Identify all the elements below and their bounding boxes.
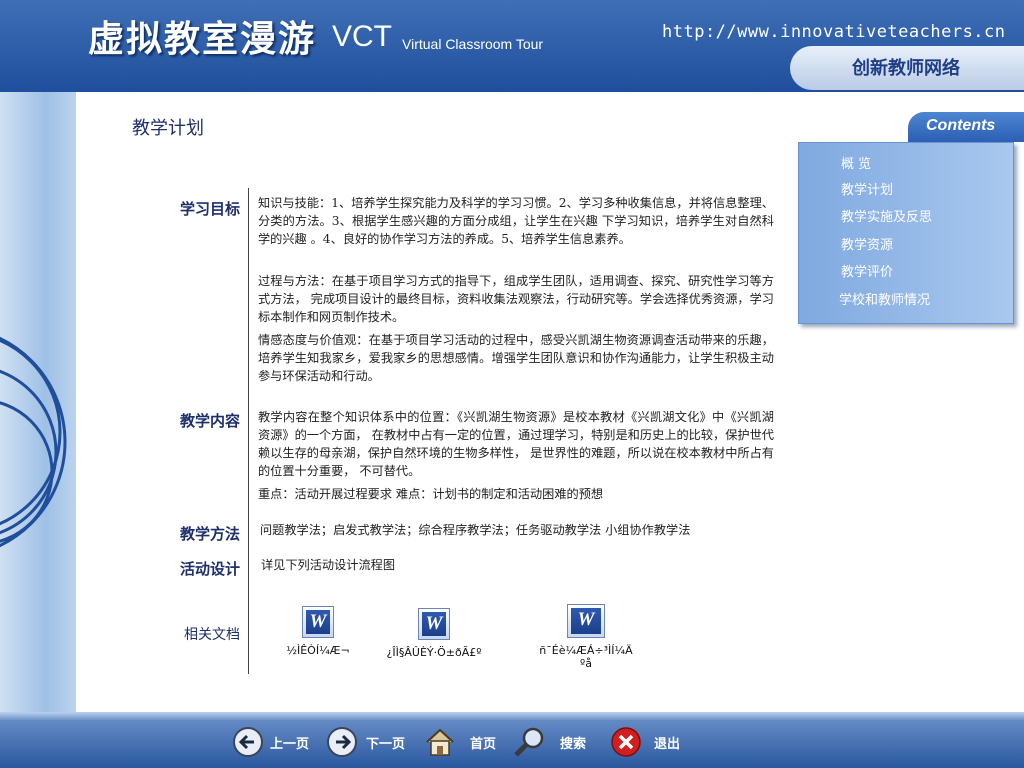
contents-panel: 概 览 教学计划 教学实施及反思 教学资源 教学评价 学校和教师情况 [798,142,1014,324]
section-label-docs: 相关文档 [184,627,240,643]
goals-process-text: 过程与方法：在基于项目学习方式的指导下，组成学生团队，适用调查、探究、研究性学习… [258,274,774,324]
doc-name-3-line1: ñ¯Éè¼ÆÁ÷³ÌÍ¼Ä [539,644,633,657]
doc-item-1[interactable]: W ½ÌÊÒÍ¼Æ¬ [268,606,368,657]
site-name-badge: 创新教师网络 [790,46,1024,90]
exit-label: 退出 [654,736,681,752]
nav-item-teaching-plan[interactable]: 教学计划 [841,179,893,198]
goals-knowledge-text: 知识与技能：1、培养学生探究能力及科学的学习习惯。2、学习多种收集信息，并将信息… [258,196,774,246]
word-document-icon[interactable]: W [567,604,605,638]
content-key-points-text: 重点：活动开展过程要求 难点：计划书的制定和活动困难的预想 [258,487,604,501]
prev-page-button[interactable]: 上一页 [232,724,309,760]
nav-item-school-teacher[interactable]: 学校和教师情况 [839,289,930,308]
word-document-icon[interactable]: W [418,608,450,640]
nav-item-evaluation[interactable]: 教学评价 [841,261,893,280]
doc-name-3-line2: ºå [580,657,592,670]
search-button[interactable]: 搜索 [512,724,586,760]
site-url: http://www.innovativeteachers.cn [662,22,1006,42]
search-label: 搜索 [560,736,587,752]
nav-item-overview[interactable]: 概 览 [841,153,871,172]
header-banner: 虚拟教室漫游 VCT Virtual Classroom Tour http:/… [0,0,1024,92]
home-label: 首页 [470,736,497,752]
home-button[interactable]: 首页 [424,724,496,760]
word-document-icon[interactable]: W [302,606,334,638]
content-position-text: 教学内容在整个知识体系中的位置：《兴凯湖生物资源》是校本教材《兴凯湖文化》中《兴… [258,410,774,478]
section-divider [248,188,249,674]
app-title-chinese: 虚拟教室漫游 [88,19,317,60]
footer-nav-bar: 上一页 下一页 首页 搜索 退出 [0,712,1024,768]
left-decorative-band [0,92,76,768]
contents-tab: Contents [908,112,1024,142]
goals-emotion-text: 情感态度与价值观：在基于项目学习活动的过程中，感受兴凯湖生物资源调查活动带来的乐… [258,333,774,383]
app-title-vct: VCT [332,20,392,53]
section-label-methods: 教学方法 [179,525,240,543]
contents-tab-label: Contents [926,117,996,134]
arrow-right-icon [326,726,358,758]
nav-item-resources[interactable]: 教学资源 [841,234,893,253]
section-label-content: 教学内容 [179,412,240,430]
decorative-arcs [0,336,67,548]
search-icon [512,726,544,758]
doc-name-3[interactable]: ñ¯Éè¼ÆÁ÷³ÌÍ¼Ä ºå [516,644,656,670]
section-label-activity: 活动设计 [179,560,240,578]
doc-item-3[interactable]: W ñ¯Éè¼ÆÁ÷³ÌÍ¼Ä ºå [516,604,656,670]
app-title-english: Virtual Classroom Tour [402,36,544,52]
prev-page-label: 上一页 [270,736,310,752]
nav-item-implementation[interactable]: 教学实施及反思 [841,206,932,225]
doc-name-2[interactable]: ¿ÎÌ§ÂÛÈÝ·Ö±ðÃ£º [378,646,490,659]
home-icon [424,726,456,758]
section-label-goals: 学习目标 [179,200,240,218]
site-name: 创新教师网络 [852,58,960,79]
next-page-button[interactable]: 下一页 [326,724,405,760]
page-title: 教学计划 [132,118,204,139]
doc-item-2[interactable]: W ¿ÎÌ§ÂÛÈÝ·Ö±ðÃ£º [378,608,490,659]
exit-button[interactable]: 退出 [610,724,680,760]
arrow-left-icon [232,726,264,758]
activity-text: 详见下列活动设计流程图 [261,558,396,572]
methods-text: 问题教学法；启发式教学法；综合程序教学法；任务驱动教学法 小组协作教学法 [260,523,691,537]
doc-name-1[interactable]: ½ÌÊÒÍ¼Æ¬ [268,644,368,657]
next-page-label: 下一页 [366,736,406,752]
close-icon [610,726,642,758]
